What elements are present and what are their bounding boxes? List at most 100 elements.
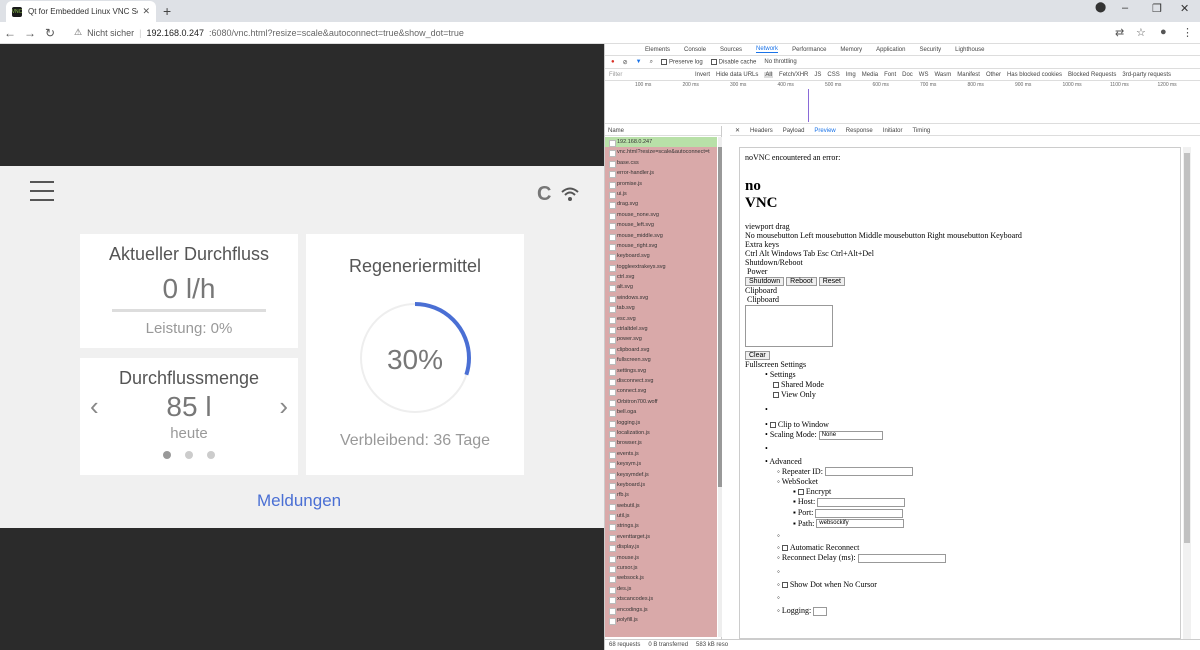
minimize-button[interactable]: –	[1122, 2, 1128, 14]
request-row[interactable]: promise.js	[605, 179, 717, 189]
request-row[interactable]: cursor.js	[605, 563, 717, 574]
request-row[interactable]: base.css	[605, 158, 717, 169]
profile-avatar-icon[interactable]: ●	[1160, 26, 1167, 38]
browser-tab[interactable]: VNC Qt for Embedded Linux VNC Serv ✕	[6, 1, 156, 22]
request-row[interactable]: mouse_none.svg	[605, 210, 717, 221]
path-input[interactable]: websockify	[816, 519, 905, 529]
preview-tab-headers[interactable]: Headers	[750, 126, 773, 135]
request-row[interactable]: polyfill.js	[605, 615, 717, 626]
request-row[interactable]: mouse_middle.svg	[605, 231, 717, 241]
filter-input[interactable]: Filter	[609, 72, 689, 78]
reset-button[interactable]: Reset	[818, 277, 846, 286]
preview-scrollbar[interactable]	[1183, 147, 1191, 639]
throttling-select[interactable]: No throttling	[764, 59, 796, 65]
request-row[interactable]: logging.js	[605, 418, 717, 428]
reload-button[interactable]: ↻	[40, 26, 60, 40]
request-row[interactable]: keyboard.js	[605, 480, 717, 491]
request-row[interactable]: Orbitron700.woff	[605, 397, 717, 408]
request-row[interactable]: ctrlaltdel.svg	[605, 324, 717, 335]
request-row[interactable]: error-handler.js	[605, 168, 717, 179]
request-row[interactable]: drag.svg	[605, 199, 717, 210]
view-only-checkbox[interactable]	[773, 392, 779, 399]
preview-tab-response[interactable]: Response	[846, 126, 873, 135]
shutdown-button[interactable]: Shutdown	[745, 277, 785, 286]
disable-cache-checkbox[interactable]: Disable cache	[710, 58, 756, 65]
search-icon[interactable]: ⌕	[650, 59, 653, 66]
back-button[interactable]: ←	[0, 26, 20, 40]
show-dot-checkbox[interactable]	[781, 582, 788, 589]
flow-card[interactable]: Aktueller Durchfluss 0 l/h Leistung: 0%	[80, 234, 298, 348]
request-row[interactable]: toggleextrakeys.svg	[605, 262, 717, 273]
request-row[interactable]: bell.oga	[605, 407, 717, 418]
filter-item[interactable]: Hide data URLs	[716, 72, 758, 78]
devtools-tab-elements[interactable]: Elements	[645, 47, 670, 53]
preview-tab-payload[interactable]: Payload	[783, 126, 805, 135]
filter-item[interactable]: Font	[884, 72, 896, 78]
filter-item[interactable]: Has blocked cookies	[1007, 72, 1062, 78]
request-row[interactable]: webutil.js	[605, 501, 717, 512]
request-row[interactable]: des.js	[605, 584, 717, 595]
port-input[interactable]	[815, 508, 904, 518]
hamburger-menu-icon[interactable]	[30, 181, 54, 208]
request-row[interactable]: keysymdef.js	[605, 470, 717, 480]
filter-item[interactable]: Wasm	[934, 72, 951, 78]
request-row[interactable]: encodings.js	[605, 605, 717, 615]
auto-reconnect-checkbox[interactable]	[781, 545, 788, 552]
devtools-tab-application[interactable]: Application	[876, 47, 905, 53]
clipboard-textarea[interactable]	[745, 305, 833, 347]
request-row[interactable]: settings.svg	[605, 366, 717, 376]
new-tab-button[interactable]: +	[163, 3, 171, 19]
logging-select[interactable]	[813, 606, 828, 616]
bookmark-star-icon[interactable]: ☆	[1136, 26, 1146, 39]
clear-icon[interactable]: ⊘	[623, 59, 628, 66]
shared-mode-checkbox[interactable]	[773, 382, 779, 389]
request-row[interactable]: localization.js	[605, 428, 717, 439]
encrypt-checkbox[interactable]	[797, 489, 804, 496]
request-row[interactable]: events.js	[605, 449, 717, 460]
delay-input[interactable]	[857, 553, 946, 563]
filter-item[interactable]: Manifest	[957, 72, 980, 78]
filter-item[interactable]: Img	[846, 72, 856, 78]
clear-button[interactable]: Clear	[745, 351, 770, 360]
request-row[interactable]: keysym.js	[605, 459, 717, 470]
filter-item[interactable]: JS	[814, 72, 821, 78]
request-row[interactable]: eventtarget.js	[605, 532, 717, 543]
request-row[interactable]: mouse.js	[605, 553, 717, 564]
request-row[interactable]: mouse_right.svg	[605, 241, 717, 252]
filter-item[interactable]: Doc	[902, 72, 913, 78]
preserve-log-checkbox[interactable]: Preserve log	[660, 58, 703, 65]
host-input[interactable]	[817, 497, 906, 507]
request-row[interactable]: rfb.js	[605, 490, 717, 501]
preview-tab-timing[interactable]: Timing	[912, 126, 930, 135]
maximize-button[interactable]: ❐	[1152, 2, 1162, 15]
request-row[interactable]: mouse_left.svg	[605, 220, 717, 231]
request-row[interactable]: vnc.html?resize=scale&autoconnect=t	[605, 147, 717, 158]
filter-item[interactable]: WS	[919, 72, 929, 78]
request-row[interactable]: browser.js	[605, 438, 717, 449]
request-row[interactable]: keyboard.svg	[605, 251, 717, 262]
filter-icon[interactable]: ▼	[636, 59, 642, 65]
filter-item[interactable]: 3rd-party requests	[1122, 72, 1171, 78]
arrow-right-icon[interactable]: ›	[279, 391, 288, 422]
request-row[interactable]: ctrl.svg	[605, 272, 717, 283]
clip-checkbox[interactable]	[769, 422, 776, 429]
request-row[interactable]: power.svg	[605, 334, 717, 345]
menu-kebab-icon[interactable]: ⋮	[1182, 26, 1193, 39]
request-row[interactable]: clipboard.svg	[605, 345, 717, 356]
request-row[interactable]: alt.svg	[605, 282, 717, 293]
request-row[interactable]: strings.js	[605, 521, 717, 532]
filter-item[interactable]: Blocked Requests	[1068, 72, 1116, 78]
vnc-screen[interactable]: C Aktueller Durchfluss 0 l/h Leistung: 0…	[0, 166, 604, 528]
request-row[interactable]: tab.svg	[605, 303, 717, 314]
request-row[interactable]: connect.svg	[605, 386, 717, 397]
request-row[interactable]: disconnect.svg	[605, 376, 717, 387]
filter-item[interactable]: Fetch/XHR	[779, 72, 808, 78]
translate-icon[interactable]: ⇄	[1115, 26, 1124, 39]
record-icon[interactable]: ●	[611, 59, 615, 65]
request-row[interactable]: xtscancodes.js	[605, 594, 717, 605]
preview-tab-initiator[interactable]: Initiator	[883, 126, 903, 135]
devtools-tab-console[interactable]: Console	[684, 47, 706, 53]
reboot-button[interactable]: Reboot	[786, 277, 817, 286]
request-row[interactable]: 192.168.0.247	[605, 137, 717, 148]
filter-item[interactable]: All	[764, 71, 774, 78]
